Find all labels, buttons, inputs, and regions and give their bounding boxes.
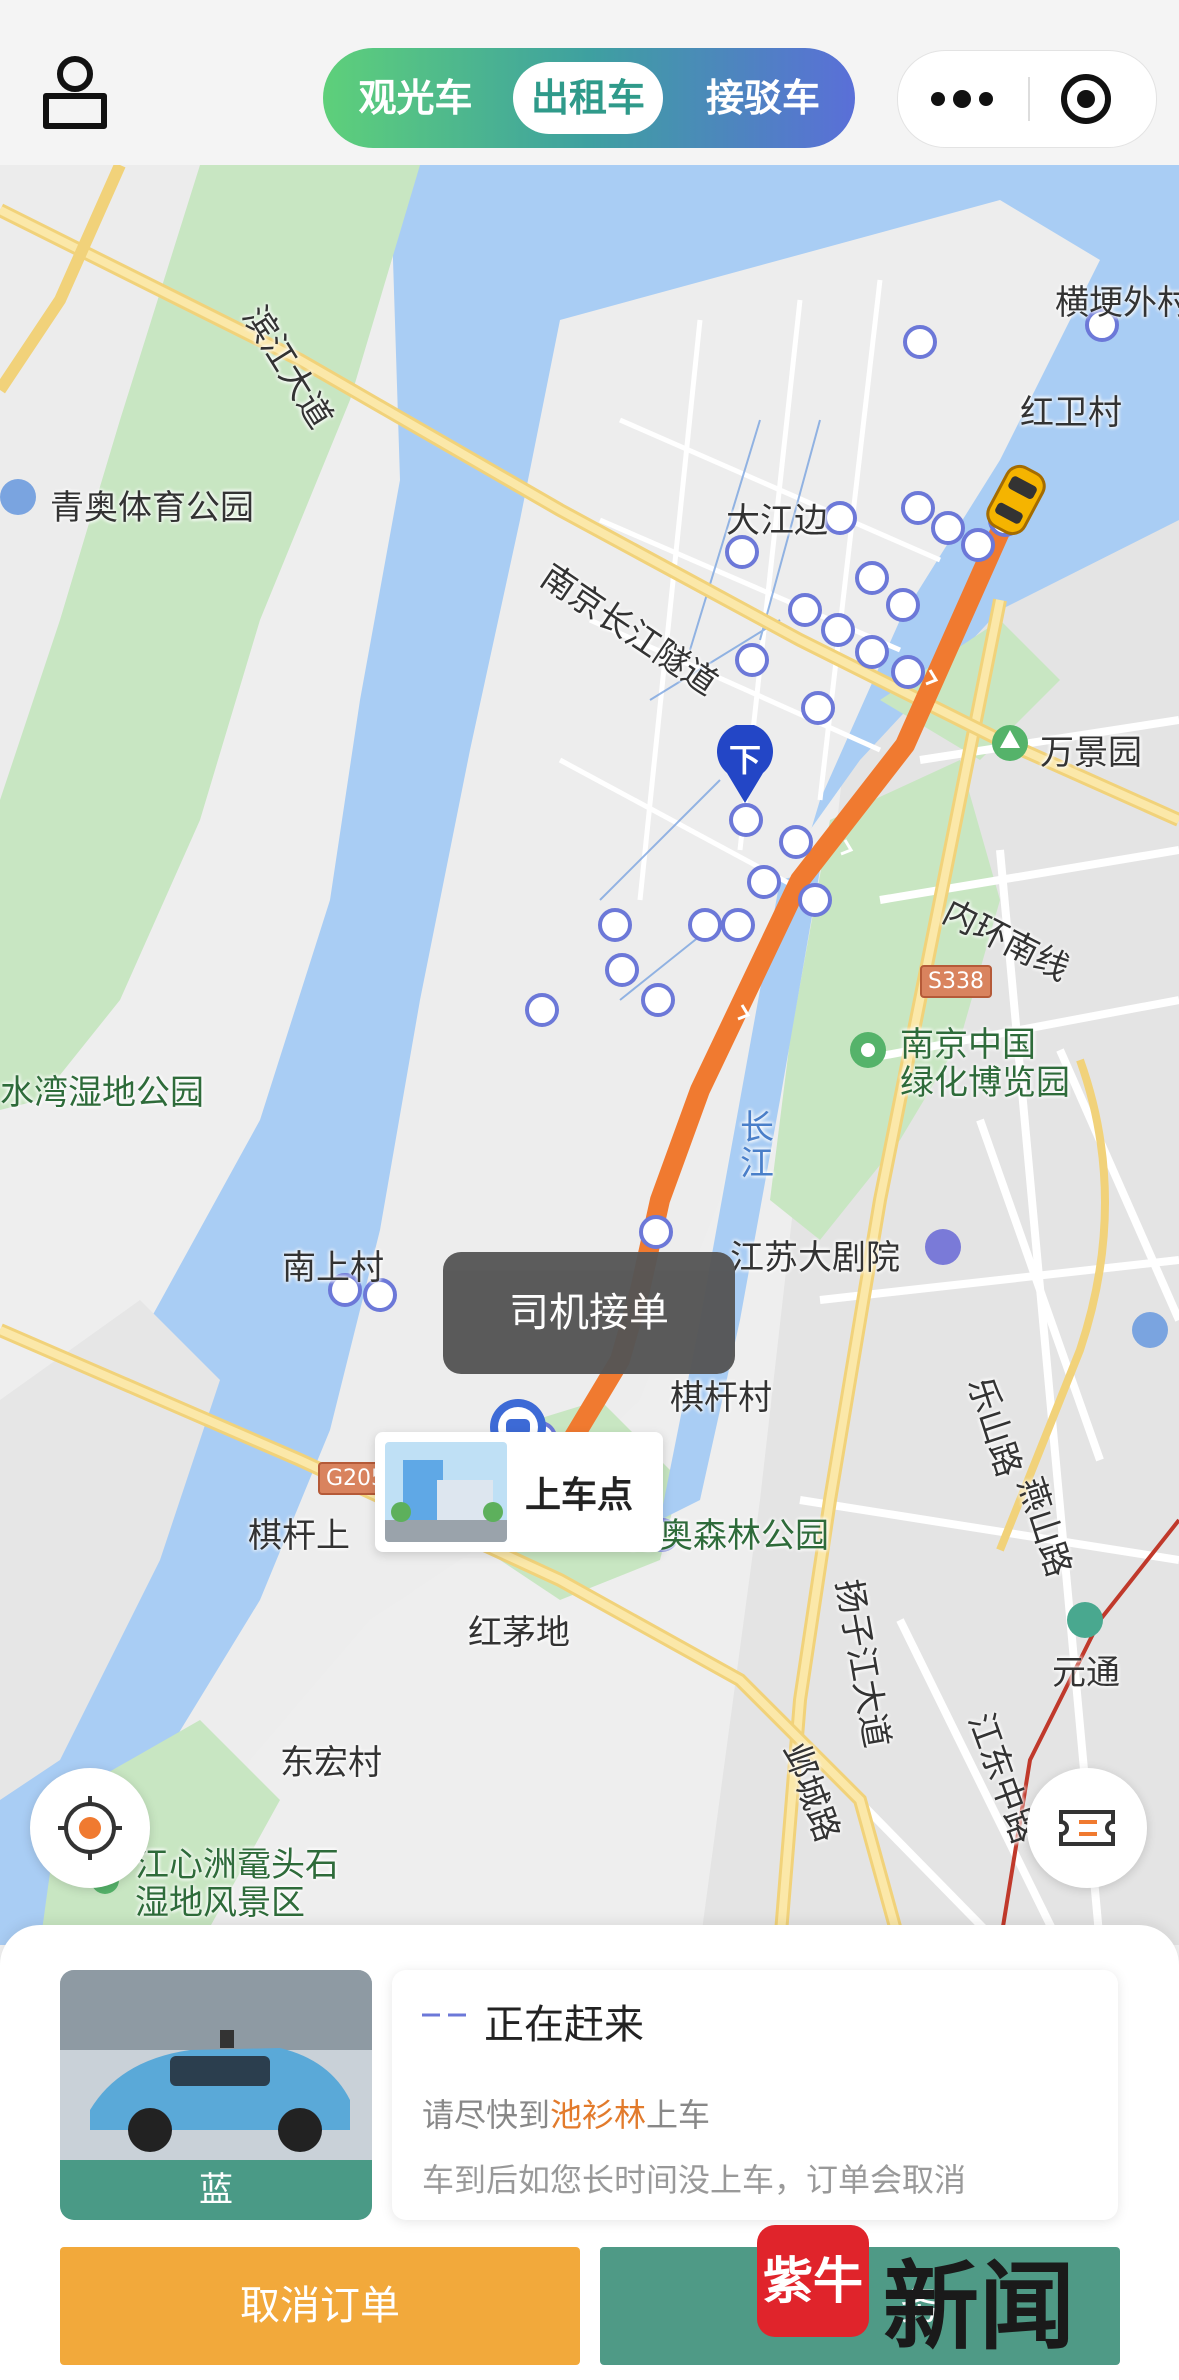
- map-label-hengengwai: 横埂外村: [1055, 283, 1179, 323]
- map-view[interactable]: 横埂外村 红卫村 大江边 青奥体育公园 南京长江隧道 万景园 内环南线 S338…: [0, 165, 1179, 1945]
- map-label-changjiang: 长江: [740, 1108, 774, 1184]
- more-icon[interactable]: [924, 77, 1004, 121]
- status-instruction: 请尽快到池衫林上车: [422, 2090, 710, 2136]
- map-label-expo-2: 绿化博览园: [900, 1063, 1070, 1103]
- tab-taxi[interactable]: 出租车: [513, 62, 663, 134]
- watermark-text: 新闻: [883, 2250, 1075, 2363]
- map-label-yuantong: 元通: [1052, 1653, 1120, 1693]
- top-bar: 观光车 出租车 接驳车: [0, 0, 1179, 165]
- pickup-place-name: 池衫林: [550, 2096, 647, 2134]
- map-label-qingao-sports-park: 青奥体育公园: [50, 488, 254, 528]
- instruction-prefix: 请尽快到: [422, 2096, 551, 2134]
- news-watermark: 紫牛 新闻: [757, 2225, 1087, 2363]
- pickup-point-label: 上车点: [525, 1475, 634, 1516]
- vehicle-photo: 蓝: [60, 1970, 372, 2220]
- map-label-qiganchun: 棋杆村: [670, 1378, 772, 1418]
- status-title: 正在赶来: [484, 2002, 644, 2048]
- map-label-nanshang: 南上村: [282, 1248, 384, 1288]
- dropoff-marker-icon: 下: [715, 723, 775, 805]
- capsule-divider: [1028, 77, 1030, 121]
- map-label-hongmaodi: 红茅地: [468, 1613, 570, 1653]
- cancel-warning: 车到后如您长时间没上车，订单会取消: [422, 2161, 967, 2199]
- user-profile-icon[interactable]: [40, 52, 110, 132]
- map-label-hongwei: 红卫村: [1020, 393, 1122, 433]
- map-label-wanjingyuan: 万景园: [1040, 733, 1142, 773]
- toast-driver-accepted: 司机接单: [443, 1252, 735, 1374]
- map-label-jiangsu-theater: 江苏大剧院: [730, 1238, 900, 1278]
- mode-switch: 观光车 出租车 接驳车: [323, 48, 855, 148]
- pickup-point-card[interactable]: 上车点: [375, 1432, 663, 1552]
- tab-sightseeing[interactable]: 观光车: [333, 62, 498, 134]
- map-label-qiganshang: 棋杆上: [248, 1516, 350, 1556]
- instruction-suffix: 上车: [646, 2096, 711, 2134]
- close-target-icon[interactable]: [1060, 73, 1112, 125]
- miniprogram-capsule: [897, 50, 1157, 148]
- map-label-donghong: 东宏村: [280, 1743, 382, 1783]
- locate-button[interactable]: [30, 1768, 150, 1888]
- ticket-icon: [1059, 1810, 1115, 1846]
- ticket-button[interactable]: [1027, 1768, 1147, 1888]
- cancel-order-button[interactable]: 取消订单: [60, 2247, 580, 2365]
- locate-icon: [58, 1796, 122, 1860]
- watermark-logo: 紫牛: [757, 2225, 869, 2337]
- map-label-wetland: 水湾湿地公园: [0, 1073, 204, 1113]
- map-label-dajiangbian: 大江边: [726, 501, 828, 541]
- tab-shuttle[interactable]: 接驳车: [678, 62, 848, 134]
- road-shield-s338: S338: [920, 965, 992, 998]
- pickup-thumbnail: [385, 1442, 507, 1542]
- vehicle-color-label: 蓝: [60, 2160, 372, 2220]
- status-dash-icon: [422, 2013, 466, 2017]
- map-label-jiangxinzhou-2: 湿地风景区: [135, 1883, 305, 1923]
- status-card: 正在赶来 请尽快到池衫林上车 车到后如您长时间没上车，订单会取消: [392, 1970, 1118, 2220]
- dropoff-marker-label: 下: [728, 741, 761, 779]
